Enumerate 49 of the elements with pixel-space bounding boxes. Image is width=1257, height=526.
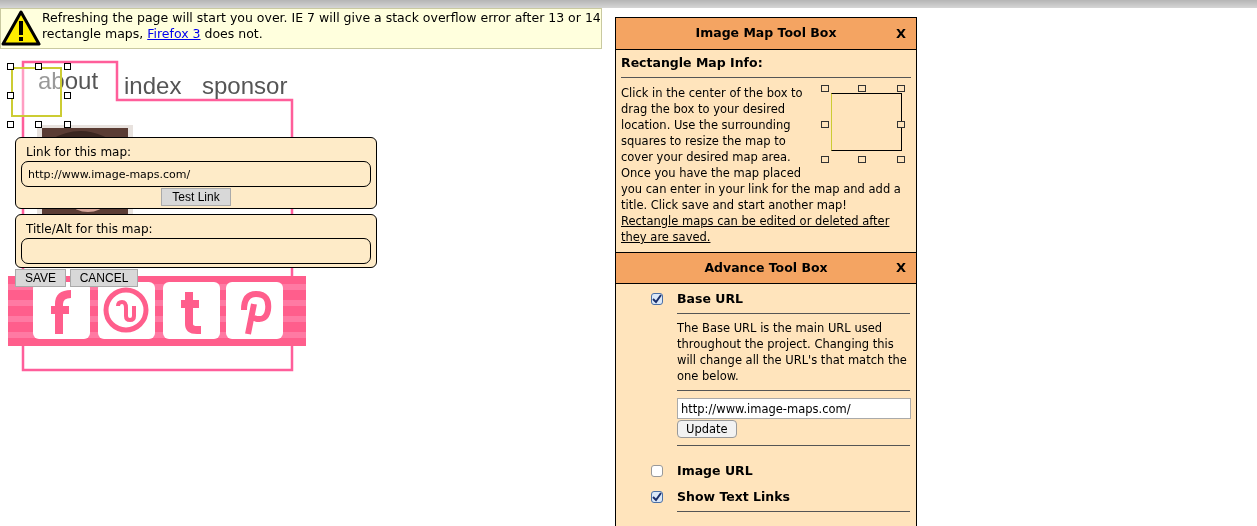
resize-handle <box>897 85 905 92</box>
nav-link[interactable]: index <box>124 73 182 99</box>
resize-handle <box>858 85 866 92</box>
update-button[interactable]: Update <box>677 420 737 438</box>
resize-handle[interactable] <box>7 121 14 128</box>
resize-handle <box>897 156 905 163</box>
social-icon[interactable] <box>226 282 283 339</box>
checkmark-icon <box>652 294 662 304</box>
link-field[interactable]: http://www.image-maps.com/ <box>21 161 371 187</box>
close-button[interactable]: X <box>895 23 906 44</box>
section-title: Rectangle Map Info: <box>621 55 911 78</box>
option-description: The Base URL is the main URL used throughout the project. Changing this will change all the URL's that match the one below. <box>677 320 908 385</box>
advance-title: Advance Tool Box <box>704 258 828 277</box>
resize-handle[interactable] <box>7 92 14 99</box>
resize-handle <box>821 121 829 128</box>
checkmark-icon <box>652 492 662 502</box>
resize-handle <box>897 121 905 128</box>
checkbox[interactable] <box>651 491 663 503</box>
close-button[interactable]: X <box>895 258 906 278</box>
option-label: Image URL <box>677 461 753 480</box>
link-label: Link for this map: <box>25 145 133 159</box>
cancel-button[interactable]: CANCEL <box>70 269 138 287</box>
warning-text: Refreshing the page will start you over. IE 7 will give a stack overflow error after 13 or 14 rectangle maps, Firefox 3 does not. <box>41 9 601 42</box>
resize-handle[interactable] <box>35 121 42 128</box>
option-label: Show Text Links <box>677 487 791 506</box>
rectangle-maps-link[interactable]: Rectangle maps can be edited or deleted after they are saved. <box>621 213 911 245</box>
toolbox-title: Image Map Tool Box <box>695 24 837 43</box>
warning-icon <box>1 10 41 46</box>
resize-handle[interactable] <box>35 63 42 70</box>
firefox-link[interactable]: Firefox 3 <box>147 26 201 41</box>
resize-handle[interactable] <box>64 92 71 99</box>
resize-handle <box>821 156 829 163</box>
resize-handle[interactable] <box>7 63 14 70</box>
checkbox[interactable] <box>651 465 663 477</box>
checkbox[interactable] <box>651 293 663 305</box>
base-url-field[interactable]: http://www.image-maps.com/ <box>677 398 911 419</box>
resize-handle[interactable] <box>64 121 71 128</box>
social-icon[interactable] <box>163 282 220 339</box>
option-label: Base URL <box>677 289 743 308</box>
instructions-text: you can enter in your link for the map and add a title. Click save and start another map! <box>621 181 902 213</box>
nav-link[interactable]: sponsor <box>202 73 288 99</box>
title-label: Title/Alt for this map: <box>25 222 154 236</box>
resize-handle <box>821 85 829 92</box>
title-field[interactable] <box>21 238 371 264</box>
test-link-button[interactable]: Test Link <box>161 188 231 206</box>
map-box-diagram <box>831 93 902 151</box>
resize-handle <box>858 156 866 163</box>
social-icon[interactable] <box>98 282 155 339</box>
save-button[interactable]: SAVE <box>15 269 66 287</box>
